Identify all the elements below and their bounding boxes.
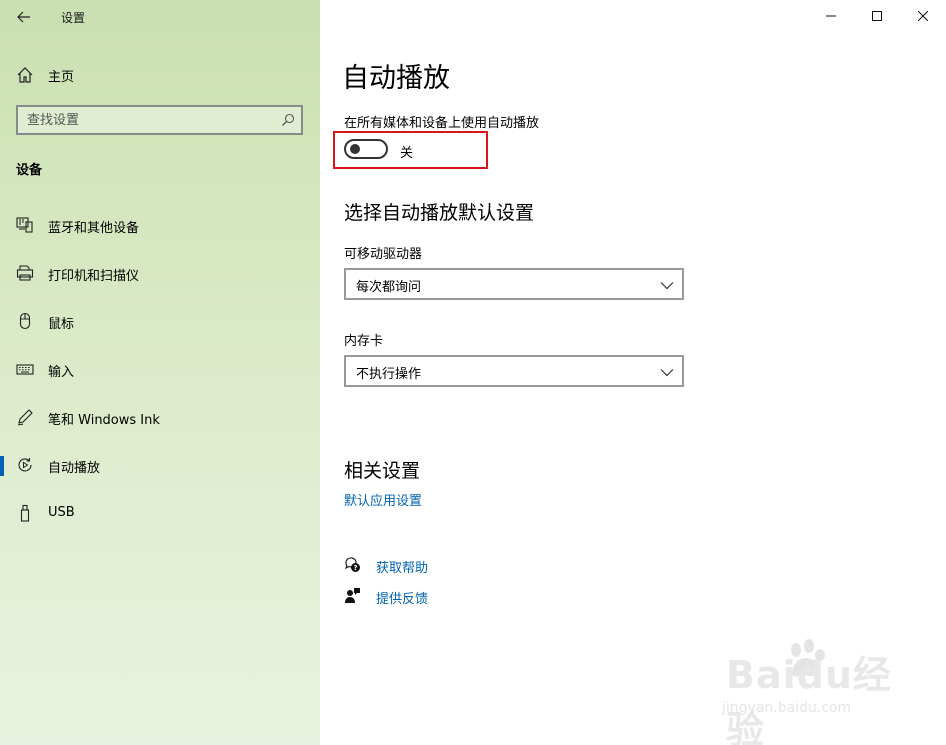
- sidebar-item-home[interactable]: 主页: [0, 58, 320, 90]
- help-chat-icon: ?: [345, 557, 360, 572]
- baidu-watermark: Baidu经验 jingyan.baidu.com: [722, 636, 922, 745]
- autoplay-toggle[interactable]: [344, 139, 388, 159]
- main-content: 自动播放 在所有媒体和设备上使用自动播放 关 选择自动播放默认设置 可移动驱动器…: [320, 0, 946, 745]
- sidebar-item-label: USB: [48, 505, 75, 520]
- sidebar-item-input[interactable]: 输入: [0, 349, 320, 389]
- watermark-text: Baidu经验: [726, 653, 892, 745]
- sidebar-item-autoplay[interactable]: 自动播放: [0, 445, 320, 485]
- autoplay-icon: [18, 458, 32, 472]
- toggle-state-text: 关: [400, 146, 414, 161]
- feedback-label: 提供反馈: [376, 592, 429, 607]
- maximize-button[interactable]: [854, 0, 900, 32]
- defaults-section-title: 选择自动播放默认设置: [344, 202, 535, 224]
- printer-icon: [16, 265, 34, 281]
- get-help-link[interactable]: ? 获取帮助: [344, 555, 544, 576]
- memory-card-label: 内存卡: [344, 334, 384, 349]
- bluetooth-devices-icon: [16, 217, 33, 233]
- search-box: [16, 105, 303, 135]
- related-settings-title: 相关设置: [344, 460, 421, 482]
- sidebar-item-usb[interactable]: USB: [0, 493, 320, 533]
- search-icon[interactable]: [281, 113, 295, 127]
- back-button[interactable]: [8, 4, 40, 30]
- close-icon: [918, 11, 928, 21]
- dropdown-value: 每次都询问: [356, 280, 422, 295]
- title-bar: 设置: [0, 0, 320, 34]
- minimize-button[interactable]: [808, 0, 854, 32]
- get-help-label: 获取帮助: [376, 561, 429, 576]
- sidebar-item-bluetooth[interactable]: 蓝牙和其他设备: [0, 205, 320, 245]
- section-title: 设备: [16, 163, 43, 178]
- minimize-icon: [826, 15, 836, 17]
- sidebar-item-label: 自动播放: [48, 461, 101, 476]
- sidebar-item-printers[interactable]: 打印机和扫描仪: [0, 253, 320, 293]
- back-arrow-icon: [17, 11, 30, 23]
- sidebar-item-label: 蓝牙和其他设备: [48, 221, 140, 236]
- feedback-link[interactable]: 提供反馈: [344, 586, 544, 607]
- watermark-url: jingyan.baidu.com: [722, 700, 852, 716]
- dropdown-value: 不执行操作: [356, 367, 422, 382]
- sidebar: 设置 主页 设备 蓝牙和其他设备 打印机和扫描仪: [0, 0, 320, 745]
- search-input[interactable]: [18, 107, 268, 133]
- app-title: 设置: [61, 11, 86, 25]
- page-title: 自动播放: [342, 63, 450, 94]
- chevron-down-icon: [660, 282, 674, 290]
- chevron-down-icon: [660, 369, 674, 377]
- home-icon: [17, 67, 33, 83]
- sidebar-item-label: 打印机和扫描仪: [48, 269, 140, 284]
- sidebar-item-mouse[interactable]: 鼠标: [0, 301, 320, 341]
- mouse-icon: [19, 312, 31, 330]
- toggle-knob: [350, 144, 360, 154]
- pen-icon: [17, 409, 33, 426]
- sidebar-item-label: 输入: [48, 365, 75, 380]
- default-apps-link[interactable]: 默认应用设置: [344, 490, 422, 509]
- removable-drive-dropdown[interactable]: 每次都询问: [344, 268, 684, 300]
- close-button[interactable]: [900, 0, 946, 32]
- maximize-icon: [872, 11, 882, 21]
- feedback-icon: [345, 588, 360, 603]
- sidebar-item-label: 笔和 Windows Ink: [48, 413, 160, 428]
- usb-icon: [20, 504, 30, 522]
- memory-card-dropdown[interactable]: 不执行操作: [344, 355, 684, 387]
- svg-text:?: ?: [353, 564, 357, 572]
- removable-drive-label: 可移动驱动器: [344, 247, 423, 262]
- sidebar-item-label: 主页: [48, 70, 75, 85]
- sidebar-item-pen[interactable]: 笔和 Windows Ink: [0, 397, 320, 437]
- sidebar-item-label: 鼠标: [48, 317, 75, 332]
- autoplay-toggle-label: 在所有媒体和设备上使用自动播放: [344, 116, 540, 131]
- keyboard-icon: [16, 364, 34, 375]
